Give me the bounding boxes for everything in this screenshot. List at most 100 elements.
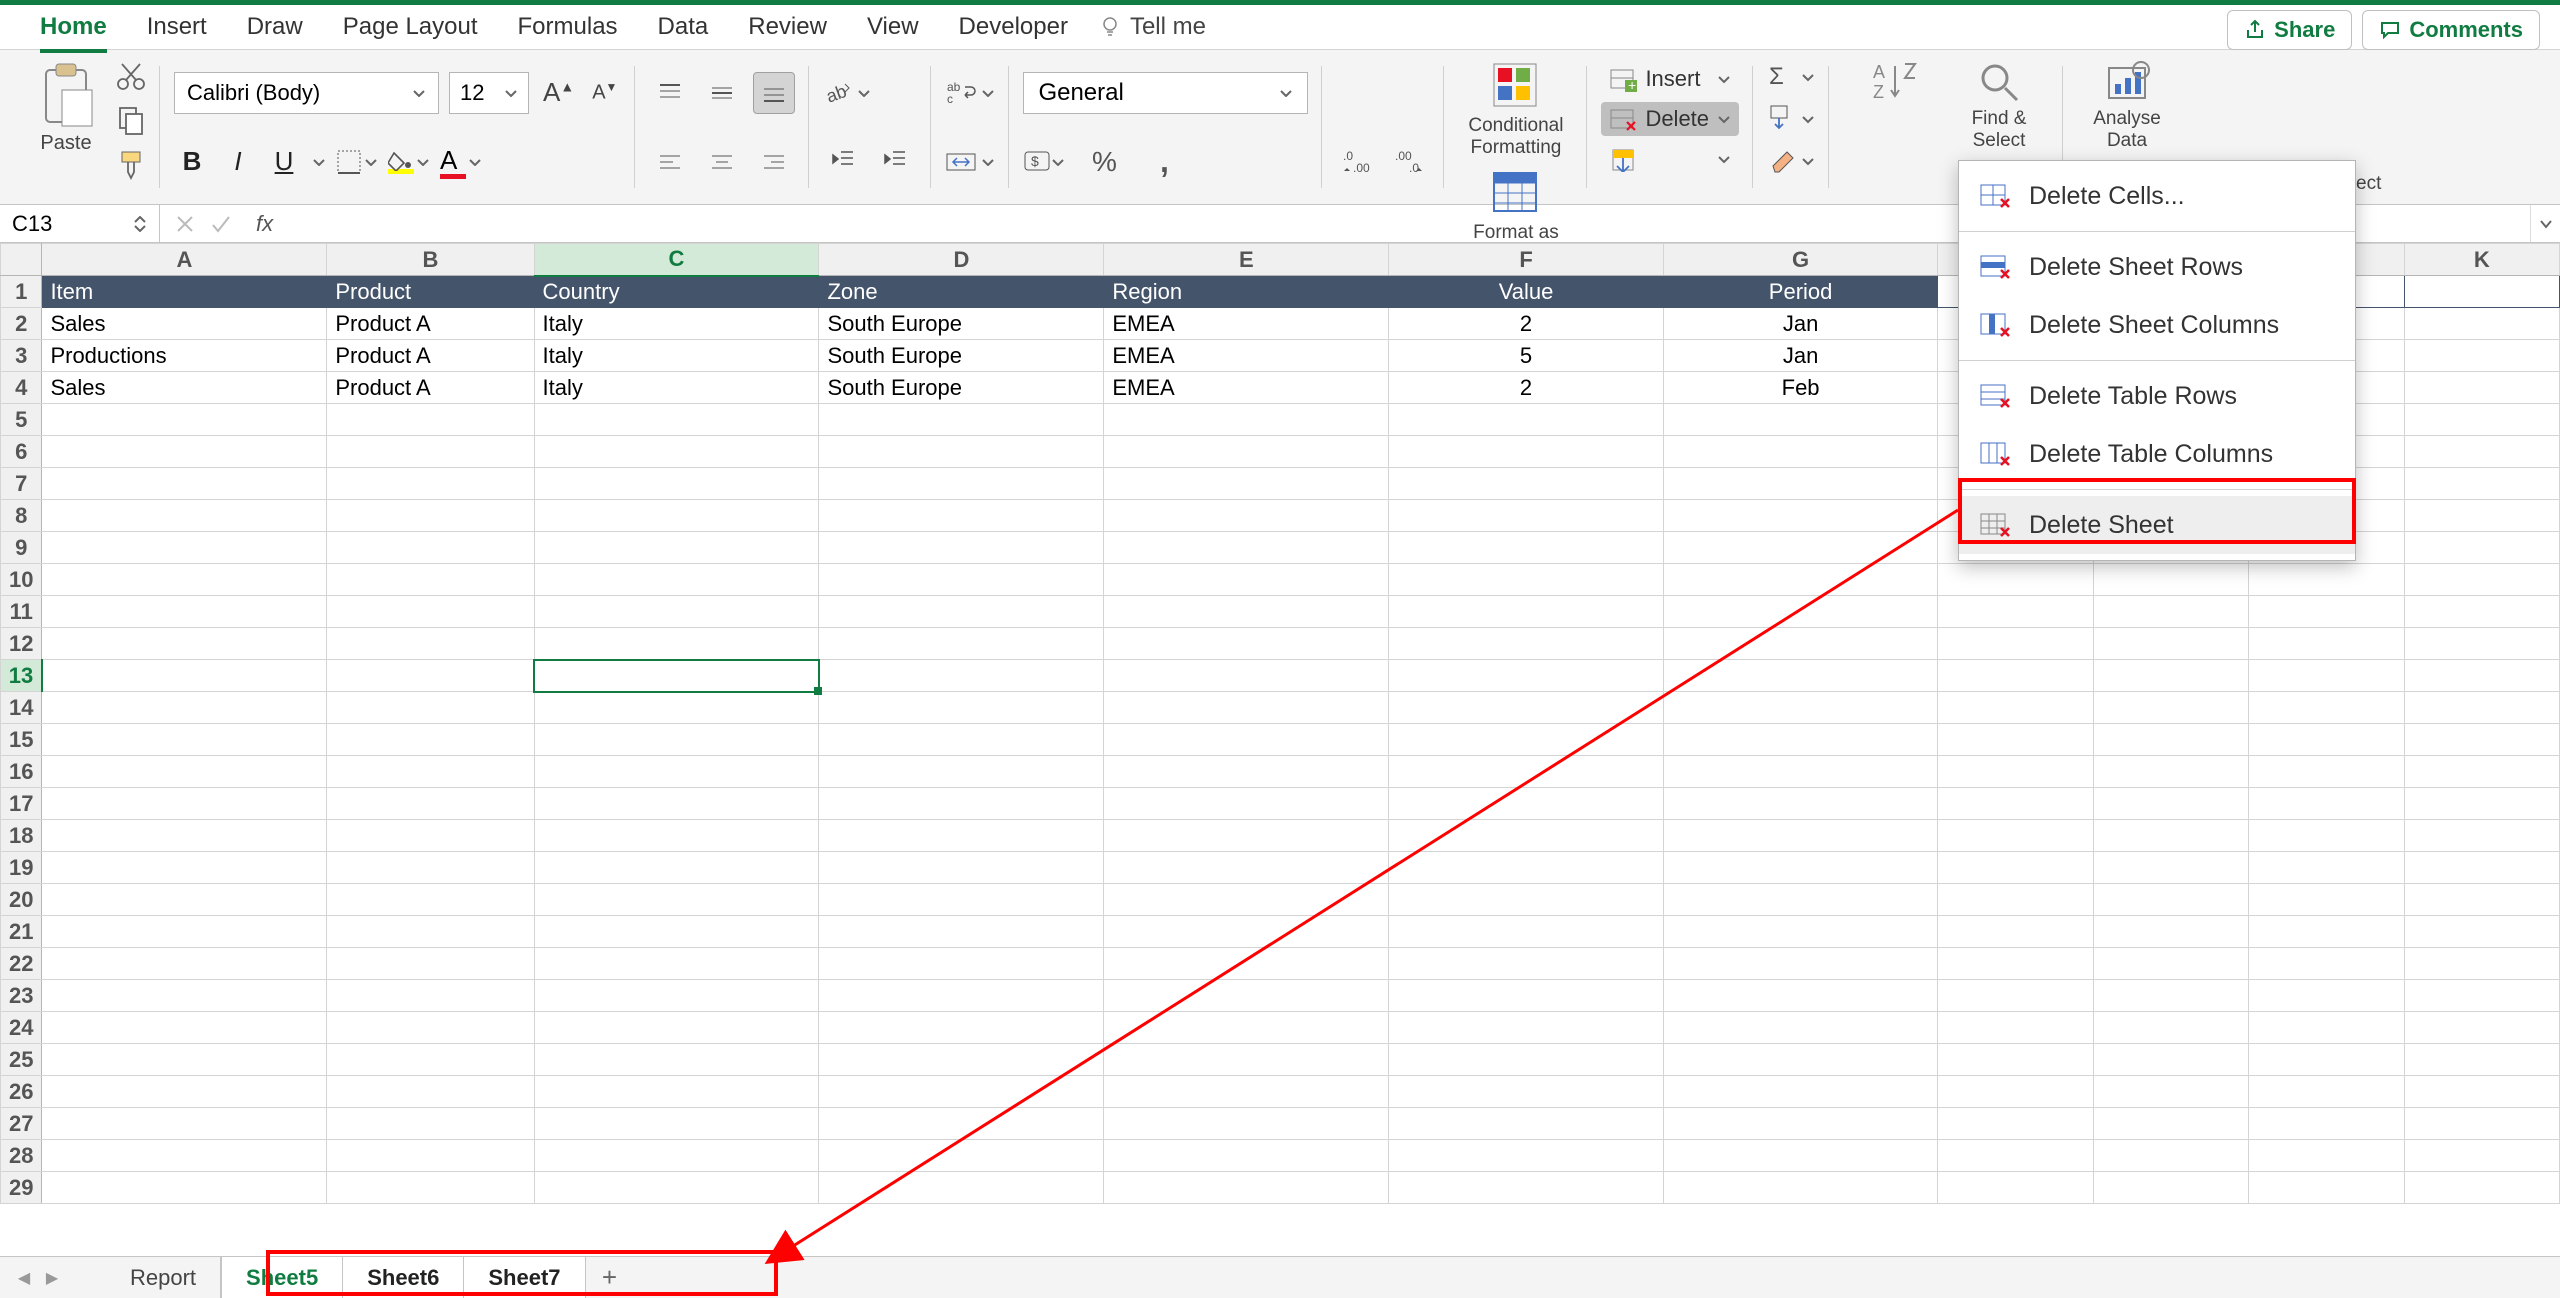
cell[interactable] [327,1108,534,1140]
cell[interactable] [2249,884,2404,916]
cell[interactable] [2249,628,2404,660]
cell[interactable]: Sales [42,372,327,404]
cell[interactable] [1663,820,1938,852]
cell[interactable] [1104,692,1389,724]
cell[interactable] [534,500,819,532]
row-header[interactable]: 19 [1,852,42,884]
cell[interactable] [1104,436,1389,468]
cell[interactable]: 2 [1389,372,1664,404]
cell[interactable] [819,1012,1104,1044]
cell[interactable] [1389,1108,1664,1140]
cell[interactable] [1663,788,1938,820]
paste-button[interactable]: Paste [26,58,106,155]
cut-button[interactable] [116,62,146,92]
cell[interactable] [327,1076,534,1108]
tab-insert[interactable]: Insert [127,5,227,49]
cell[interactable] [2249,692,2404,724]
row-header[interactable]: 22 [1,948,42,980]
cell[interactable] [1389,468,1664,500]
cell[interactable] [2404,756,2559,788]
cell[interactable] [2093,948,2248,980]
cell[interactable] [327,660,534,692]
cell[interactable] [1104,564,1389,596]
cell[interactable] [327,628,534,660]
row-header[interactable]: 4 [1,372,42,404]
delete-cells-button[interactable]: Delete [1601,102,1739,136]
row-header[interactable]: 8 [1,500,42,532]
cell[interactable] [819,916,1104,948]
font-size-select[interactable]: 12 [449,72,529,114]
col-header[interactable]: K [2404,244,2559,276]
tab-view[interactable]: View [847,5,939,49]
cell[interactable] [1663,596,1938,628]
fill-color-button[interactable] [388,149,430,174]
cell[interactable] [42,564,327,596]
cell[interactable] [42,596,327,628]
cell[interactable] [1104,820,1389,852]
cell[interactable] [1938,916,2093,948]
cell[interactable]: South Europe [819,372,1104,404]
tab-data[interactable]: Data [638,5,729,49]
cell[interactable] [327,1140,534,1172]
cell[interactable] [1389,884,1664,916]
cell[interactable] [1104,628,1389,660]
cell[interactable] [534,724,819,756]
cell[interactable] [327,1172,534,1204]
menu-delete-cells[interactable]: Delete Cells... [1959,167,2355,225]
cell[interactable] [1663,500,1938,532]
cell[interactable] [2404,628,2559,660]
cell[interactable]: Product A [327,372,534,404]
row-header[interactable]: 1 [1,276,42,308]
cell[interactable] [42,884,327,916]
cell[interactable] [1663,692,1938,724]
cell[interactable] [2249,596,2404,628]
row-header[interactable]: 12 [1,628,42,660]
cell[interactable] [1663,980,1938,1012]
cell[interactable] [1104,660,1389,692]
cell[interactable] [2093,628,2248,660]
cell[interactable] [42,724,327,756]
increase-decimal-button[interactable]: .0.00 [1336,141,1378,183]
cell[interactable] [1663,532,1938,564]
sheet-tab-sheet7[interactable]: Sheet7 [464,1257,585,1298]
sheet-tab-sheet5[interactable]: Sheet5 [221,1256,343,1298]
cell[interactable] [819,628,1104,660]
cell[interactable] [42,500,327,532]
increase-indent-button[interactable] [875,141,917,183]
cell[interactable] [1938,852,2093,884]
cell[interactable] [327,820,534,852]
cell[interactable] [2404,532,2559,564]
col-header[interactable]: E [1104,244,1389,276]
cell[interactable]: Sales [42,308,327,340]
cell[interactable] [42,692,327,724]
cell[interactable] [2404,1140,2559,1172]
format-cells-button[interactable] [1601,142,1739,176]
cell[interactable] [1104,596,1389,628]
cell[interactable] [2249,916,2404,948]
cell[interactable] [2404,724,2559,756]
cell[interactable]: Zone [819,276,1104,308]
cell[interactable] [819,820,1104,852]
cell[interactable] [1104,788,1389,820]
cell[interactable] [327,724,534,756]
cell[interactable] [1104,1044,1389,1076]
enter-formula-button[interactable] [210,213,232,235]
cell[interactable] [327,788,534,820]
cell[interactable] [1663,1108,1938,1140]
cell[interactable] [2404,372,2559,404]
font-color-button[interactable]: A [440,145,482,179]
col-header[interactable]: A [42,244,327,276]
cell[interactable] [1938,724,2093,756]
cell[interactable] [42,1172,327,1204]
cell[interactable] [42,404,327,436]
cell[interactable] [1104,1172,1389,1204]
cell[interactable]: Item [42,276,327,308]
menu-delete-sheet-columns[interactable]: Delete Sheet Columns [1959,296,2355,354]
cell[interactable] [2404,436,2559,468]
cell[interactable]: EMEA [1104,372,1389,404]
cell[interactable] [1389,1076,1664,1108]
cell[interactable] [2093,1044,2248,1076]
cell[interactable] [819,1108,1104,1140]
cell[interactable] [2249,660,2404,692]
cell[interactable] [819,1140,1104,1172]
